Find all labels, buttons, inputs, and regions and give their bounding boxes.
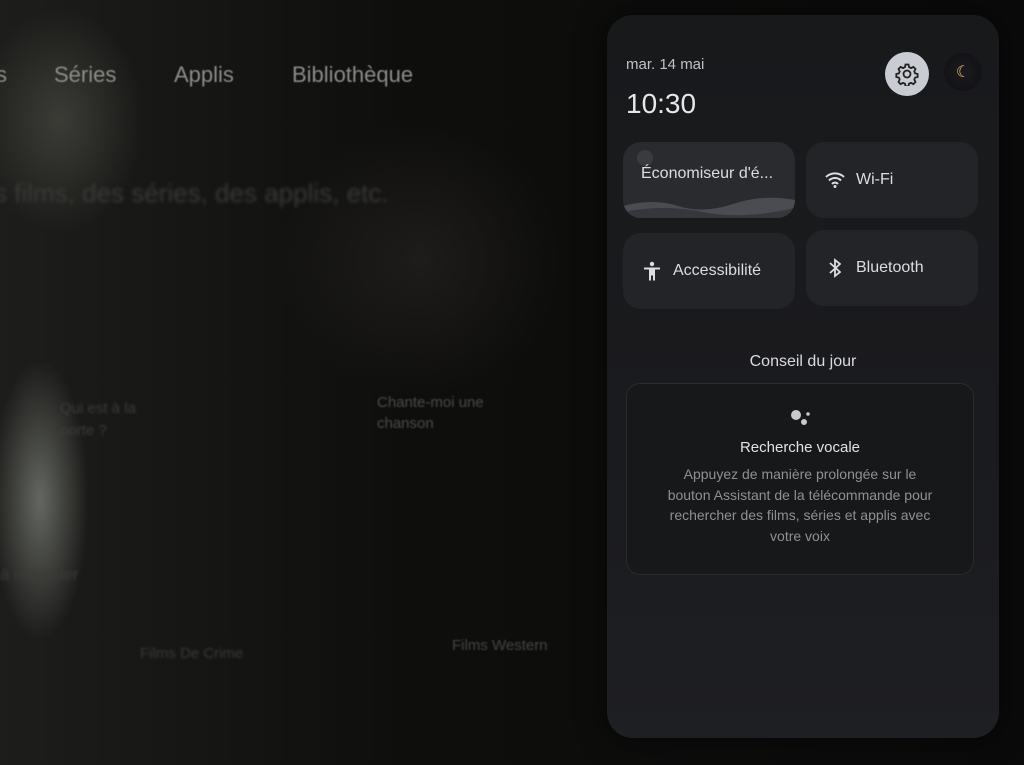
tip-heading: Conseil du jour — [749, 353, 857, 370]
accessibility-icon — [641, 261, 663, 281]
tile-wifi[interactable]: Wi-Fi — [806, 142, 978, 218]
gear-icon — [895, 63, 919, 86]
card-sing-song[interactable]: Chante-moi une chanson — [377, 392, 487, 434]
nav-tab-series[interactable]: Séries — [54, 62, 116, 88]
bluetooth-icon — [824, 258, 846, 278]
tile-label: Bluetooth — [856, 259, 924, 276]
search-hint: s films, des séries, des applis, etc. — [0, 178, 389, 208]
nav-tab-apps[interactable]: Applis — [174, 62, 234, 88]
tile-bluetooth[interactable]: Bluetooth — [806, 230, 978, 306]
tile-screensaver[interactable]: Économiseur d'é... — [623, 142, 795, 218]
profile-avatar[interactable]: ☾ — [944, 53, 982, 91]
landscape-waves-icon — [623, 197, 795, 218]
nav-tab-library[interactable]: Bibliothèque — [292, 62, 413, 88]
row-label: à regarder — [0, 565, 79, 584]
wifi-icon — [824, 172, 846, 188]
settings-button[interactable] — [885, 52, 929, 96]
card-who-at-door[interactable]: Qui est à la porte ? — [60, 398, 160, 442]
moon-icon: ☾ — [955, 64, 971, 81]
tile-accessibility[interactable]: Accessibilité — [623, 233, 795, 309]
quick-settings-panel: mar. 14 mai 10:30 ☾ Économiseur d'é... W… — [607, 15, 999, 738]
tile-label: Accessibilité — [673, 262, 762, 279]
date: mar. 14 mai — [626, 56, 705, 73]
genre-western[interactable]: Films Western — [452, 637, 548, 654]
tip-body: Appuyez de manière prolongée sur le bout… — [667, 466, 933, 544]
genre-crime[interactable]: Films De Crime — [140, 645, 243, 662]
tip-card[interactable]: Recherche vocale Appuyez de manière prol… — [626, 383, 974, 575]
moon-decoration — [637, 150, 653, 166]
nav-tab-partial[interactable]: s — [0, 62, 7, 88]
tile-label: Économiseur d'é... — [641, 165, 774, 182]
assistant-icon — [791, 410, 810, 425]
tip-title: Recherche vocale — [739, 439, 861, 456]
clock: 10:30 — [626, 88, 697, 119]
tile-label: Wi-Fi — [856, 171, 894, 188]
